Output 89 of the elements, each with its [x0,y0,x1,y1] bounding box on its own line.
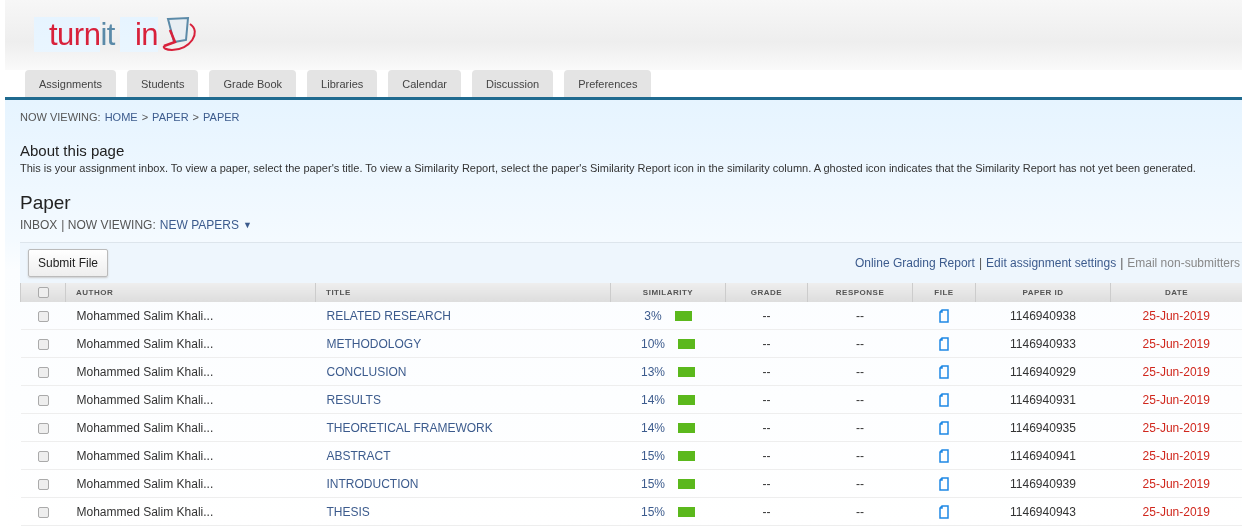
grade-cell: -- [725,302,808,330]
paper-title-link[interactable]: THESIS [326,504,370,519]
date-cell: 25-Jun-2019 [1110,469,1242,498]
paper-id-cell: 1146940939 [975,469,1111,498]
link-separator: | [1120,256,1124,270]
author-cell: Mohammed Salim Khali... [65,469,316,498]
paper-id-cell: 1146940933 [975,329,1111,358]
paper-id-cell: 1146940929 [975,357,1111,386]
paper-title-link[interactable]: METHODOLOGY [326,336,422,351]
author-cell: Mohammed Salim Khali... [65,441,316,470]
column-header: AUTHOR [65,283,316,302]
response-cell: -- [807,302,913,330]
paper-id-cell: 1146940931 [975,385,1111,414]
caret-icon[interactable]: ▼ [242,220,252,230]
paper-title-link[interactable]: CONCLUSION [326,364,407,379]
help-text: This is your assignment inbox. To view a paper, select the paper's title. To view a Similarity Report, select the paper's Similarity Report icon in the similarity column. A ghosted icon indicates that the Similarity Report has not yet been generated. [20,162,1197,174]
nav-tab[interactable]: Libraries [307,70,378,97]
column-header: PAPER ID [975,283,1111,302]
response-cell: -- [807,441,913,470]
similarity-link[interactable]: 15% [641,448,665,463]
paper-id-cell: 1146940941 [975,441,1111,470]
response-cell: -- [807,413,913,442]
breadcrumb-link[interactable]: HOME [104,111,138,123]
paper-title-link[interactable]: RESULTS [326,392,381,407]
section-heading: About this page [20,142,126,159]
grade-cell: -- [725,497,808,526]
similarity-link[interactable]: 14% [641,392,665,407]
view-filter-link[interactable]: NEW PAPERS [159,218,239,232]
author-cell: Mohammed Salim Khali... [65,497,316,526]
breadcrumb-separator: > [192,111,200,123]
paper-title-link[interactable]: ABSTRACT [326,448,391,463]
date-cell: 25-Jun-2019 [1110,441,1242,470]
similarity-link[interactable]: 13% [641,364,665,379]
breadcrumb-label: NOW VIEWING: [20,111,101,123]
submit-file-button[interactable]: Submit File [28,249,109,277]
grade-cell: -- [725,329,808,358]
nav-tab[interactable]: Assignments [25,70,116,97]
date-cell: 25-Jun-2019 [1110,497,1242,526]
paper-id-cell: 1146940935 [975,413,1111,442]
paper-title-link[interactable]: INTRODUCTION [326,476,419,491]
similarity-link[interactable]: 14% [641,420,665,435]
nav-tab[interactable]: Discussion [471,70,554,97]
link-separator: | [978,256,983,270]
column-header: FILE [912,283,976,302]
toolbar-link[interactable]: Edit assignment settings [986,256,1117,270]
nav-tab[interactable]: Preferences [564,70,652,97]
author-cell: Mohammed Salim Khali... [65,357,316,386]
grade-cell: -- [725,357,808,386]
similarity-link[interactable]: 3% [644,308,662,323]
column-header: RESPONSE [807,283,913,302]
column-header: SIMILARITY [610,283,726,302]
paper-title-link[interactable]: RELATED RESEARCH [326,308,451,323]
response-cell: -- [807,497,913,526]
date-cell: 25-Jun-2019 [1110,385,1242,414]
response-cell: -- [807,329,913,358]
grade-cell: -- [725,469,808,498]
author-cell: Mohammed Salim Khali... [65,329,316,358]
author-cell: Mohammed Salim Khali... [65,413,316,442]
breadcrumb-separator: > [141,111,149,123]
paper-id-cell: 1146940943 [975,497,1111,526]
paper-title-link[interactable]: THEORETICAL FRAMEWORK [326,420,493,435]
paper-id-cell: 1146940938 [975,302,1111,330]
author-cell: Mohammed Salim Khali... [65,302,316,330]
nav-tab[interactable]: Calendar [388,70,461,97]
breadcrumb-link[interactable]: PAPER [152,111,189,123]
grade-cell: -- [725,385,808,414]
date-cell: 25-Jun-2019 [1110,329,1242,358]
response-cell: -- [807,357,913,386]
column-header: GRADE [725,283,808,302]
toolbar-link[interactable]: Online Grading Report [854,256,975,270]
author-cell: Mohammed Salim Khali... [65,385,316,414]
date-cell: 25-Jun-2019 [1110,302,1242,330]
nav-tab[interactable]: Grade Book [209,70,297,97]
grade-cell: -- [725,441,808,470]
inbox-label: INBOX [20,218,58,232]
similarity-link[interactable]: 15% [641,504,665,519]
page-heading: Paper [20,192,72,214]
breadcrumb-link[interactable]: PAPER [203,111,240,123]
grade-cell: -- [725,413,808,442]
response-cell: -- [807,469,913,498]
column-header: TITLE [315,283,611,302]
viewing-label: | NOW VIEWING: [61,218,156,232]
date-cell: 25-Jun-2019 [1110,357,1242,386]
date-cell: 25-Jun-2019 [1110,413,1242,442]
similarity-link[interactable]: 10% [641,336,665,351]
nav-tab[interactable]: Students [127,70,199,97]
column-header: DATE [1110,283,1242,302]
similarity-link[interactable]: 15% [641,476,665,491]
response-cell: -- [807,385,913,414]
